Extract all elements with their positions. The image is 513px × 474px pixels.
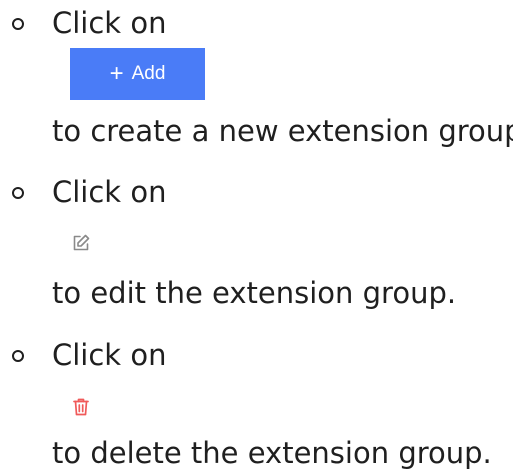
step-trail-text: to edit the extension group. (52, 276, 457, 310)
bullet-icon (12, 187, 24, 199)
bullet-icon (12, 18, 24, 30)
add-button-label: Add (131, 63, 166, 84)
step-lead-text: Click on (52, 175, 167, 209)
edit-icon[interactable] (70, 232, 92, 254)
step-trail-text: to delete the extension group. (52, 436, 492, 470)
bullet-icon (12, 350, 24, 362)
step-lead-text: Click on (52, 6, 167, 40)
add-button[interactable]: + Add (70, 48, 205, 100)
trash-icon[interactable] (70, 396, 92, 418)
step-lead-text: Click on (52, 338, 167, 372)
plus-icon: + (109, 60, 124, 87)
step-trail-text: to create a new extension group. (52, 114, 513, 148)
